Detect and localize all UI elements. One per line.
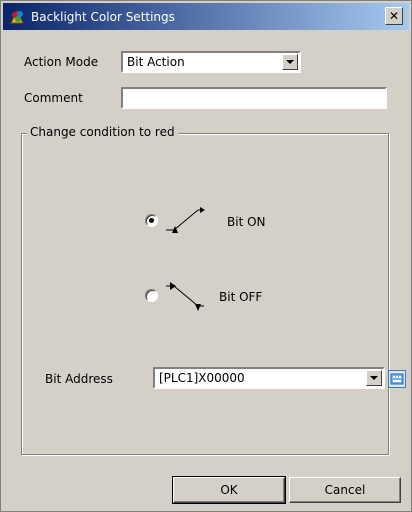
window-title: Backlight Color Settings	[31, 9, 175, 24]
bit-address-value: [PLC1]X00000	[159, 371, 245, 385]
chevron-down-icon	[370, 376, 378, 380]
close-icon: ✕	[388, 9, 400, 23]
bit-off-radio[interactable]	[145, 289, 158, 302]
dropdown-button[interactable]	[282, 54, 298, 70]
keypad-icon[interactable]	[388, 370, 406, 388]
bit-address-select[interactable]: [PLC1]X00000	[153, 367, 385, 389]
action-mode-value: Bit Action	[127, 55, 185, 69]
bit-off-label[interactable]: Bit OFF	[219, 290, 262, 304]
palette-icon	[9, 8, 27, 26]
bit-on-label[interactable]: Bit ON	[227, 215, 266, 229]
comment-field[interactable]	[121, 87, 387, 109]
dialog-window: Backlight Color Settings ✕ Action Mode B…	[0, 0, 412, 512]
ok-button[interactable]: OK	[172, 476, 286, 504]
group-title: Change condition to red	[27, 125, 178, 139]
dropdown-button[interactable]	[366, 370, 382, 386]
action-mode-label: Action Mode	[24, 55, 99, 69]
action-mode-select[interactable]: Bit Action	[121, 51, 301, 73]
cancel-button[interactable]: Cancel	[289, 477, 401, 503]
bit-address-label: Bit Address	[45, 372, 113, 386]
chevron-down-icon	[286, 60, 294, 64]
falling-edge-icon	[164, 280, 206, 312]
title-bar[interactable]: Backlight Color Settings ✕	[3, 3, 409, 30]
ok-label: OK	[220, 483, 238, 497]
comment-label: Comment	[24, 91, 83, 105]
rising-edge-icon	[164, 204, 206, 236]
bit-on-radio[interactable]	[145, 214, 158, 227]
close-button[interactable]: ✕	[385, 7, 403, 25]
cancel-label: Cancel	[324, 483, 366, 497]
